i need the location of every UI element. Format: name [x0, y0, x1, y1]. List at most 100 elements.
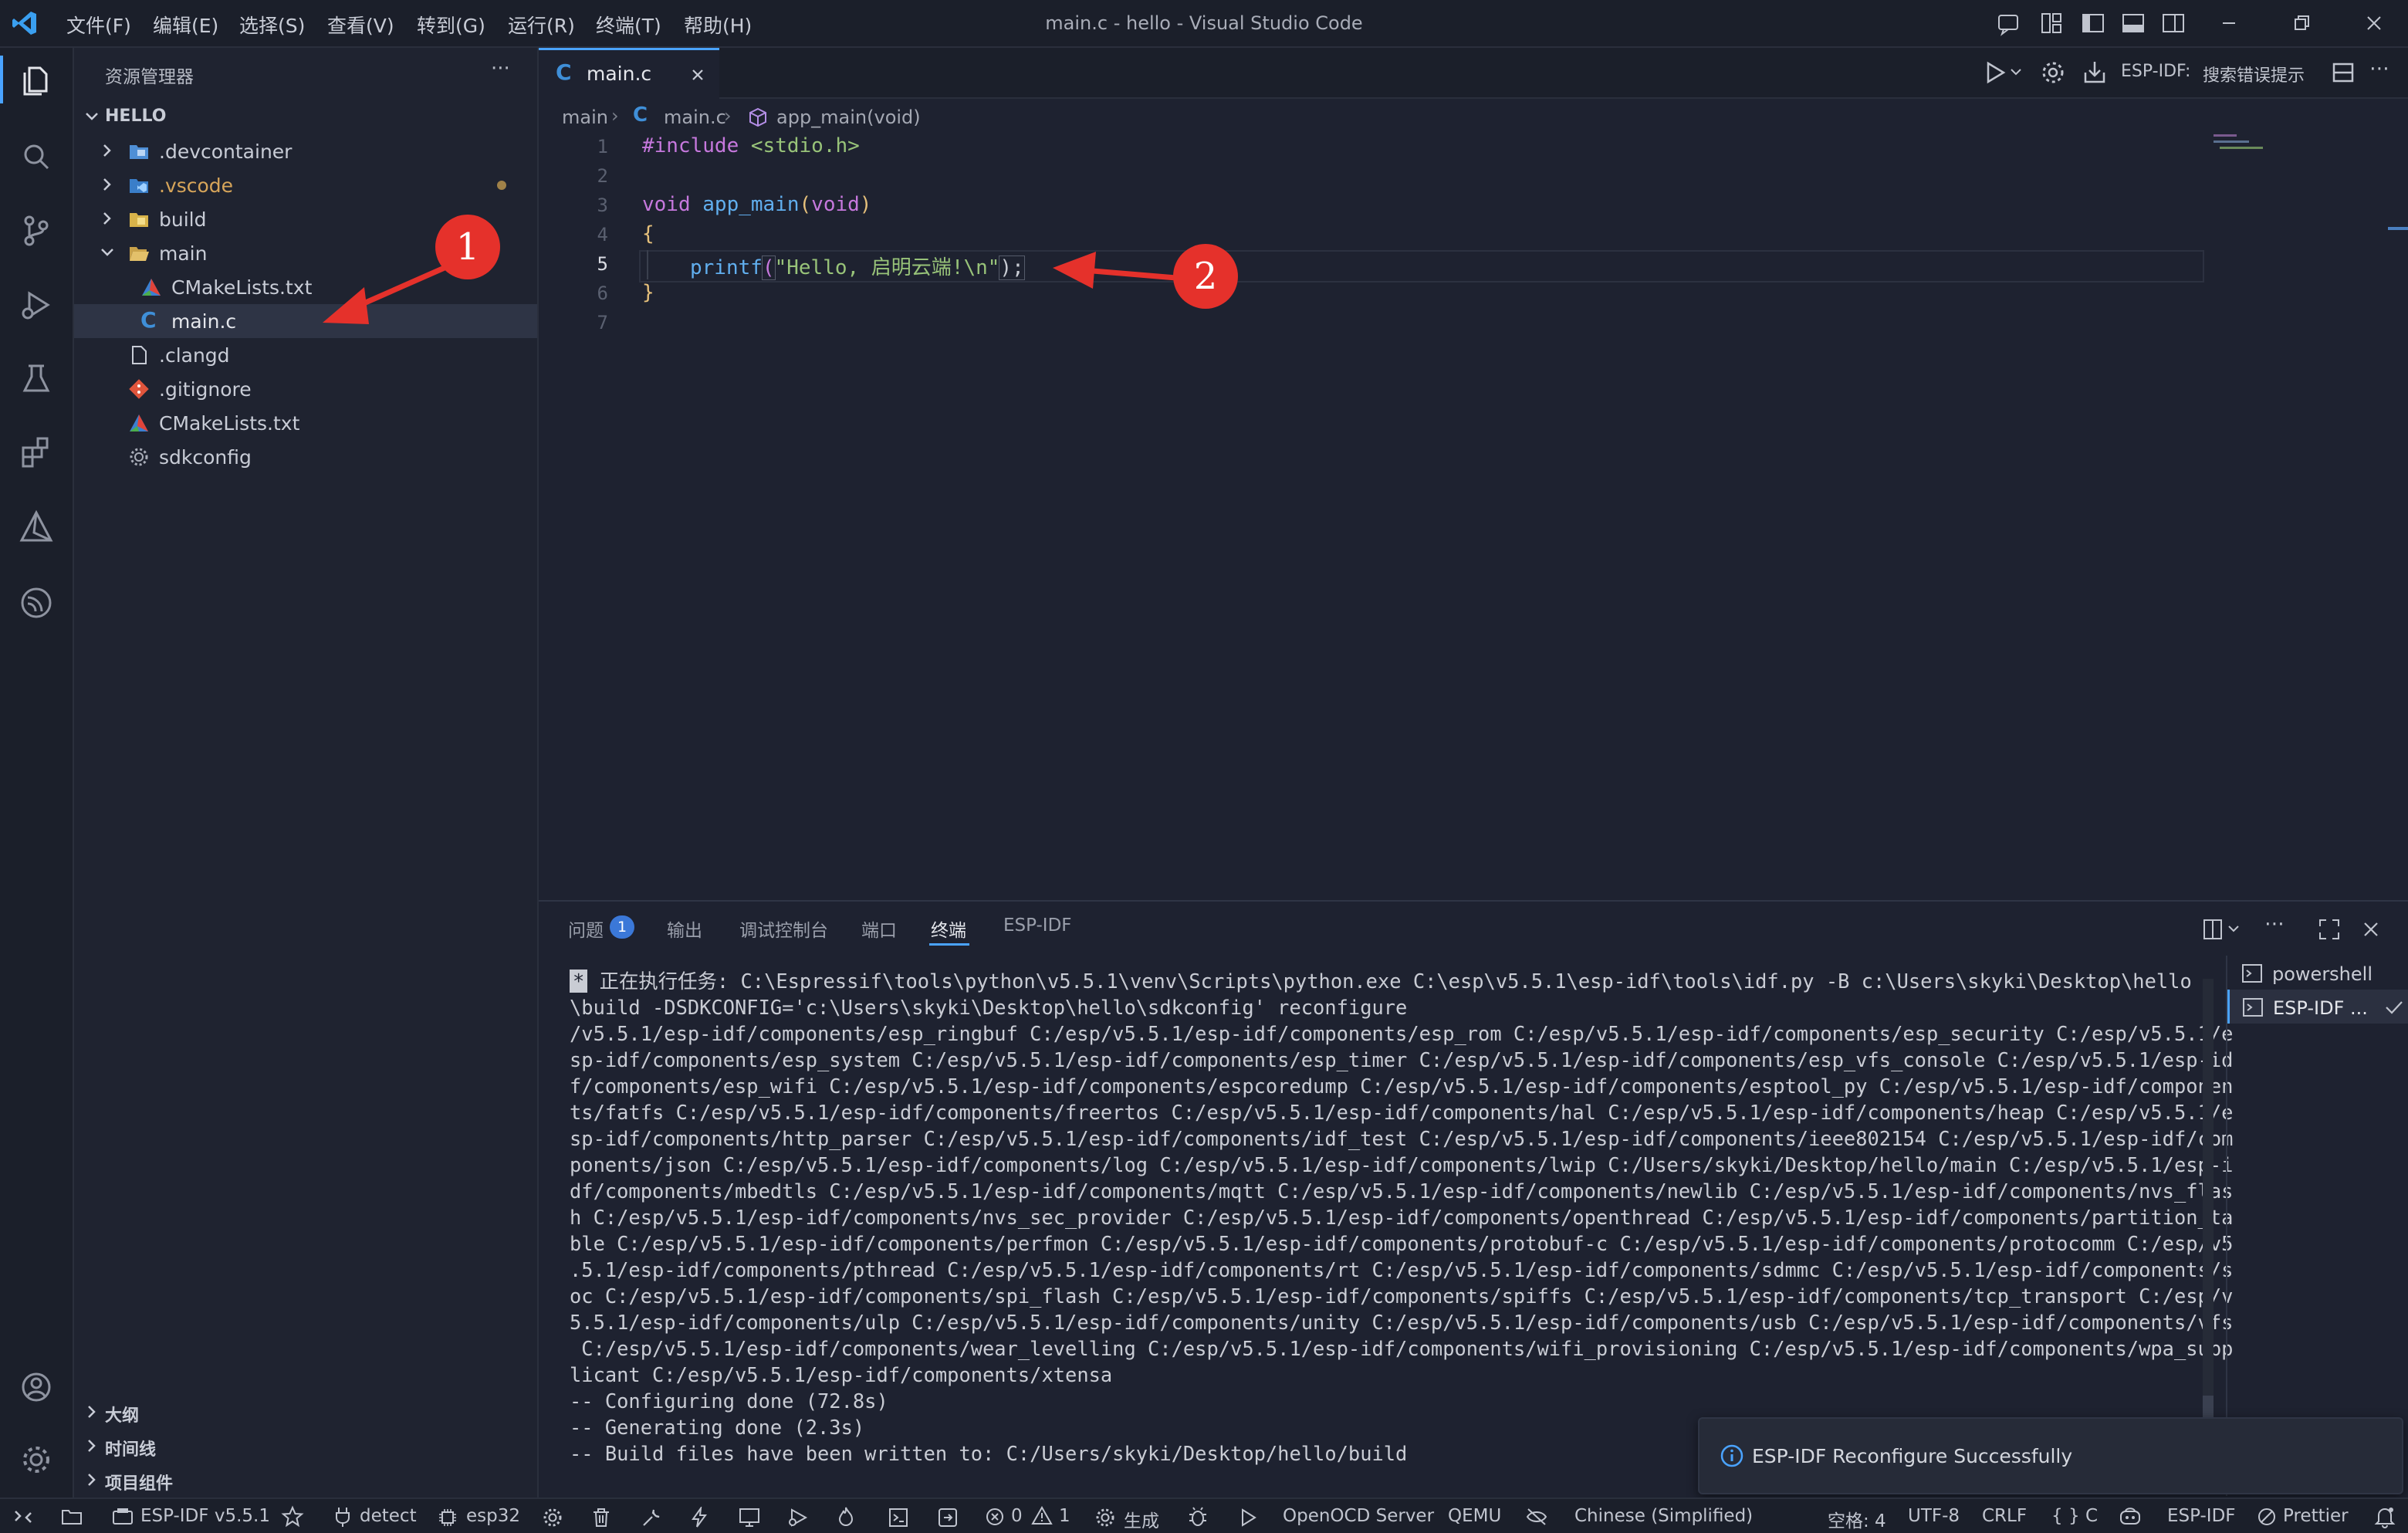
toggle-panel-icon[interactable] [2119, 9, 2147, 37]
language-mode[interactable]: C [2085, 1506, 2098, 1526]
target-chip[interactable]: esp32 [466, 1506, 520, 1526]
customize-layout-icon[interactable] [2038, 9, 2065, 37]
terminal-output[interactable]: * 正在执行任务: C:\Espressif\tools\python\v5.5… [570, 968, 2234, 1467]
qemu-button[interactable]: QEMU [1448, 1506, 1501, 1526]
close-window-icon[interactable] [2360, 9, 2388, 37]
encoding[interactable]: UTF-8 [1908, 1506, 1960, 1526]
espressif-icon[interactable] [17, 584, 56, 622]
bug-icon[interactable] [1187, 1505, 1209, 1528]
tree-root-hello[interactable]: HELLO [74, 100, 537, 134]
tab-ports[interactable]: 端口 [861, 915, 897, 942]
source-control-icon[interactable] [17, 212, 56, 250]
breadcrumb-file[interactable]: main.c [664, 107, 726, 128]
menu-terminal[interactable]: 终端(T) [596, 11, 661, 39]
star-icon[interactable] [281, 1505, 304, 1528]
remote-icon[interactable] [12, 1507, 34, 1527]
full-clean-trash-icon[interactable] [591, 1507, 611, 1528]
warning-icon [1031, 1505, 1053, 1525]
restore-icon[interactable] [2288, 9, 2315, 37]
notifications-bell-icon[interactable] [2374, 1505, 2396, 1528]
split-editor-icon[interactable] [2329, 59, 2357, 86]
folder-icon[interactable] [60, 1507, 83, 1527]
tree-item-sdkconfig[interactable]: sdkconfig [74, 440, 537, 474]
debug-icon[interactable] [786, 1507, 809, 1528]
tree-item-gitignore[interactable]: .gitignore [74, 372, 537, 406]
indentation[interactable]: 空格: 4 [1828, 1506, 1886, 1532]
explorer-icon[interactable] [17, 60, 56, 99]
command-icon[interactable] [937, 1507, 959, 1528]
terminal-layout-dropdown-icon[interactable] [2201, 917, 2244, 942]
section-outline[interactable]: 大纲 [74, 1396, 537, 1430]
accounts-icon[interactable] [17, 1368, 56, 1406]
flash-bolt-icon[interactable] [690, 1507, 709, 1528]
menu-help[interactable]: 帮助(H) [684, 11, 752, 39]
minimap[interactable] [2206, 131, 2360, 900]
terminal-item-espidf[interactable]: ESP-IDF ... [2227, 990, 2408, 1024]
cmake-file-icon [142, 279, 161, 296]
run-icon[interactable] [1238, 1507, 1258, 1528]
menu-edit[interactable]: 编辑(E) [153, 11, 218, 39]
terminal-item-powershell[interactable]: powershell [2227, 956, 2408, 990]
breadcrumb-symbol[interactable]: app_main(void) [776, 107, 921, 128]
close-panel-icon[interactable] [2359, 917, 2383, 942]
terminal-scrollbar[interactable] [2203, 979, 2214, 1488]
code-editor[interactable]: 1 2 3 4 5 6 7 #include <stdio.h> void ap… [539, 131, 2408, 900]
tree-item-clangd[interactable]: .clangd [74, 338, 537, 372]
sdk-config-gear-icon[interactable] [542, 1507, 563, 1528]
tab-esp-idf[interactable]: ESP-IDF [1003, 915, 1072, 936]
run-debug-icon[interactable] [17, 286, 56, 324]
menu-selection[interactable]: 选择(S) [239, 11, 305, 39]
maximize-panel-icon[interactable] [2317, 917, 2342, 942]
espidf-status[interactable]: ESP-IDF [2167, 1506, 2236, 1526]
manage-gear-icon[interactable] [17, 1440, 56, 1479]
panel-more-button[interactable]: ⋯ [2264, 912, 2285, 936]
flash-download-icon[interactable] [2081, 59, 2109, 86]
copilot-icon[interactable] [2118, 1505, 2143, 1528]
tree-item-root-cmakelists[interactable]: CMakeLists.txt [74, 406, 537, 440]
espidf-version[interactable]: ESP-IDF v5.5.1 [140, 1506, 270, 1526]
terminal-line: C:/esp/v5.5.1/esp-idf/components/wear_le… [570, 1337, 2234, 1360]
build-button[interactable]: 生成 [1124, 1506, 1159, 1532]
run-debug-dropdown-icon[interactable] [1980, 59, 2027, 86]
warning-count[interactable]: 1 [1059, 1506, 1070, 1526]
close-tab-icon[interactable] [687, 64, 709, 86]
build-flash-monitor-flame-icon[interactable] [837, 1505, 855, 1528]
toggle-sidebar-icon[interactable] [2079, 9, 2107, 37]
settings-gear-icon[interactable] [2039, 59, 2067, 86]
section-timeline[interactable]: 时间线 [74, 1430, 537, 1464]
menu-view[interactable]: 查看(V) [327, 11, 394, 39]
search-icon[interactable] [17, 137, 56, 176]
tab-problems[interactable]: 问题 [568, 915, 604, 942]
breadcrumb-folder[interactable]: main [562, 107, 608, 128]
section-project-components[interactable]: 项目组件 [74, 1464, 537, 1497]
error-count[interactable]: 0 [1011, 1506, 1023, 1526]
testing-icon[interactable] [17, 360, 56, 398]
notification-toast[interactable]: ESP-IDF Reconfigure Successfully [1698, 1417, 2403, 1494]
menu-go[interactable]: 转到(G) [417, 11, 485, 39]
menu-run[interactable]: 运行(R) [508, 11, 575, 39]
line-ending[interactable]: CRLF [1982, 1506, 2027, 1526]
extensions-icon[interactable] [17, 434, 56, 472]
tab-output[interactable]: 输出 [667, 915, 702, 942]
tree-item-vscode[interactable]: .vscode [74, 168, 537, 202]
toggle-secondary-sidebar-icon[interactable] [2159, 9, 2187, 37]
more-actions-button[interactable]: ⋯ [2369, 57, 2389, 80]
search-error-hint-button[interactable]: 搜索错误提示 [2203, 62, 2305, 86]
tree-item-main-c[interactable]: C main.c [74, 304, 537, 338]
tab-main-c[interactable]: C main.c [539, 48, 719, 101]
minimize-icon[interactable] [2215, 9, 2243, 37]
tab-terminal[interactable]: 终端 [931, 915, 966, 942]
language-pack[interactable]: Chinese (Simplified) [1574, 1506, 1753, 1526]
prettier-status[interactable]: Prettier [2283, 1506, 2349, 1526]
build-wrench-icon[interactable] [641, 1507, 662, 1528]
monitor-icon[interactable] [738, 1507, 761, 1528]
cmake-icon[interactable] [17, 508, 56, 547]
menu-file[interactable]: 文件(F) [66, 11, 131, 39]
espidf-terminal-icon[interactable] [888, 1507, 909, 1528]
tab-debug-console[interactable]: 调试控制台 [739, 915, 828, 942]
detect-port[interactable]: detect [360, 1506, 417, 1526]
copilot-chat-icon[interactable] [1994, 9, 2022, 37]
tree-item-devcontainer[interactable]: .devcontainer [74, 134, 537, 168]
openocd-server-button[interactable]: OpenOCD Server [1283, 1506, 1434, 1526]
explorer-more-button[interactable]: ··· [491, 57, 510, 80]
